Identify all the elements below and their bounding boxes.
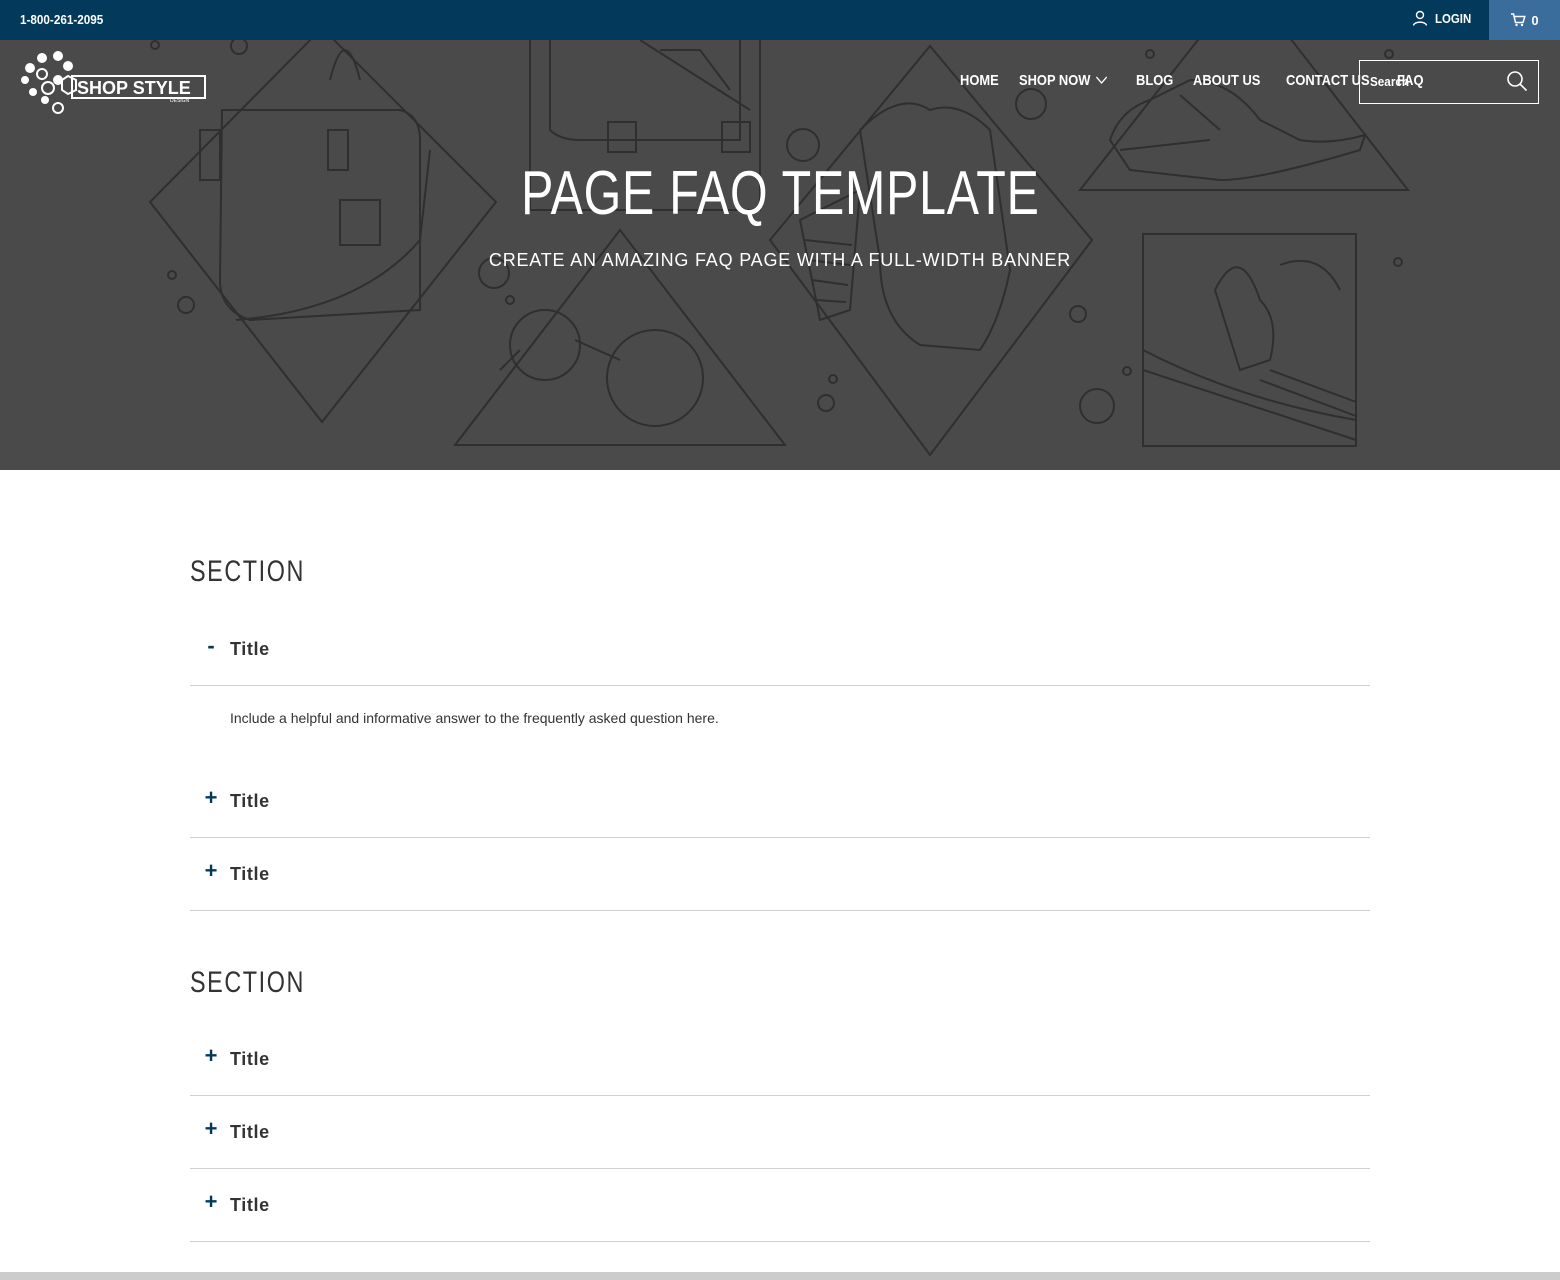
faq-item-title: Title [230,791,270,811]
faq-item[interactable]: + Title [190,838,1370,911]
faq-answer: Include a helpful and informative answer… [230,710,719,726]
expand-icon[interactable]: + [202,860,220,882]
user-icon [1412,10,1428,26]
section-heading: SECTION [190,555,337,589]
faq-item-title: Title [230,1122,270,1142]
page-title-text: PAGE FAQ TEMPLATE [520,159,1040,228]
footer-edge [0,1272,1560,1280]
login-label: LOGIN [1435,10,1472,26]
expand-icon[interactable]: + [202,1191,220,1213]
faq-item[interactable]: + Title [190,1023,1370,1096]
phone-number[interactable]: 1-800-261-2095 [20,12,103,27]
faq-item-title: Title [230,864,270,884]
section-heading-text: SECTION [190,555,305,588]
logo-mark-icon: SHOP STYLE DESIGN [21,51,206,114]
top-bar: 1-800-261-2095 LOGIN 0 [0,0,1560,40]
faq-item-title: Title [230,639,270,659]
chevron-down-icon [1096,76,1108,85]
nav-home[interactable]: HOME [960,72,999,89]
logo-subtext: DESIGN [170,98,190,104]
faq-item[interactable]: + Title [190,1169,1370,1242]
nav-shop-now[interactable]: SHOP NOW [1019,72,1108,89]
nav-blog[interactable]: BLOG [1136,72,1173,89]
faq-item-title: Title [230,1049,270,1069]
faq-item[interactable]: + Title [190,765,1370,838]
faq-item-title: Title [230,1195,270,1215]
faq-item[interactable]: - Title [190,613,1370,686]
hero-banner: SHOP STYLE DESIGN HOME SHOP NOW BLOG ABO… [0,40,1560,470]
nav-shop-now-label: SHOP NOW [1019,72,1091,89]
expand-icon[interactable]: + [202,1045,220,1067]
page-subtitle: CREATE AN AMAZING FAQ PAGE WITH A FULL-W… [488,250,1072,270]
cart-button[interactable]: 0 [1489,0,1560,40]
faq-item[interactable]: + Title [190,1096,1370,1169]
nav-about-us[interactable]: ABOUT US [1193,72,1260,89]
main-nav: HOME SHOP NOW BLOG ABOUT US CONTACT US F… [960,72,1428,89]
cart-count: 0 [1531,12,1539,28]
page-title: PAGE FAQ TEMPLATE [0,158,1560,230]
expand-icon[interactable]: + [202,787,220,809]
shop-style-logo[interactable]: SHOP STYLE DESIGN [20,50,210,123]
section-heading-text: SECTION [190,966,305,999]
login-link[interactable]: LOGIN [1412,10,1476,26]
nav-contact-us[interactable]: CONTACT US [1286,72,1370,89]
search-icon[interactable] [1506,70,1528,92]
search-input[interactable]: Search [1370,74,1409,89]
cart-icon [1511,13,1527,27]
section-heading: SECTION [190,966,337,1000]
search-box[interactable]: Search [1359,60,1539,104]
collapse-icon[interactable]: - [202,635,220,657]
logo-text: SHOP STYLE [77,78,191,98]
expand-icon[interactable]: + [202,1118,220,1140]
